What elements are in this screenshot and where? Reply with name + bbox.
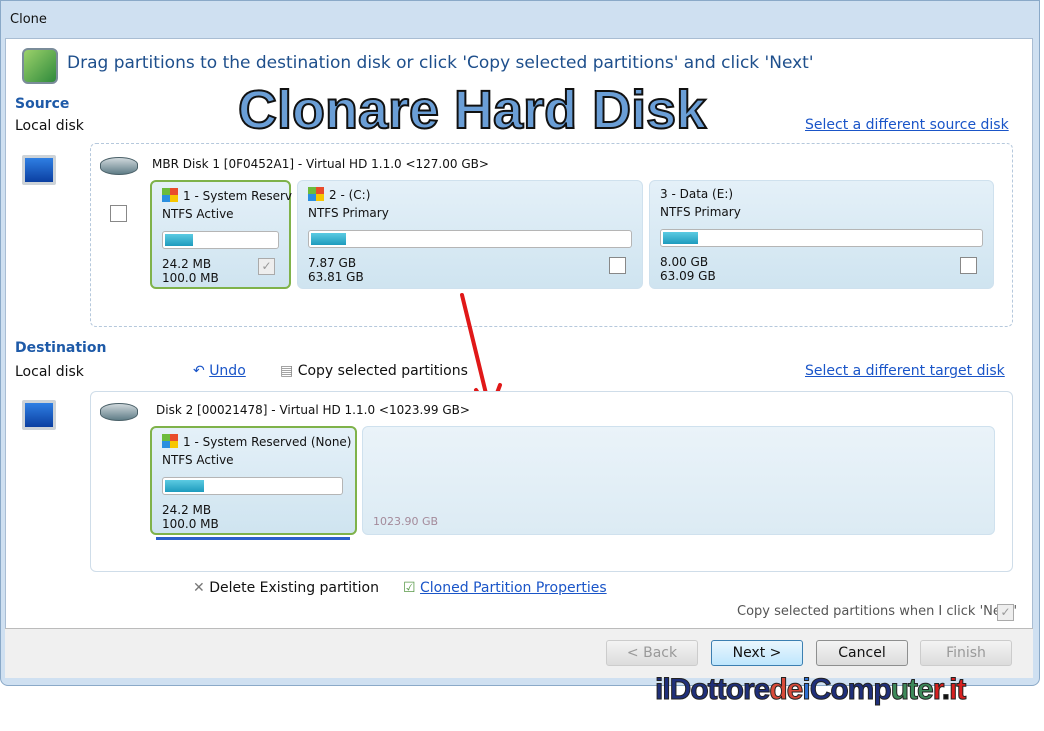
partition-used: 8.00 GB	[660, 255, 709, 269]
select-all-source-checkbox[interactable]	[110, 205, 127, 222]
copy-selected-partitions-button[interactable]: ▤ Copy selected partitions	[280, 363, 468, 379]
copy-icon: ▤	[280, 363, 298, 379]
partition-used: 7.87 GB	[308, 256, 357, 270]
partition-fs: NTFS Active	[162, 453, 234, 467]
undo-button[interactable]: ↶ Undo	[193, 363, 246, 379]
hard-disk-icon	[100, 157, 138, 175]
destination-disk-label: Disk 2 [00021478] - Virtual HD 1.1.0 <10…	[156, 403, 470, 417]
source-disk-label: MBR Disk 1 [0F0452A1] - Virtual HD 1.1.0…	[152, 157, 489, 171]
partition-checkbox[interactable]: ✓	[258, 258, 275, 275]
windows-icon	[162, 434, 178, 448]
source-partition-3[interactable]: 3 - Data (E:) NTFS Primary 8.00 GB 63.09…	[649, 180, 994, 289]
delete-existing-partition-button[interactable]: ✕ Delete Existing partition	[193, 580, 379, 596]
destination-subheading: Local disk	[15, 364, 84, 380]
partition-checkbox[interactable]	[960, 257, 977, 274]
partition-name: 2 - (C:)	[329, 188, 371, 202]
usage-bar	[162, 231, 279, 249]
select-target-disk-link[interactable]: Select a different target disk	[805, 363, 1005, 379]
clone-icon	[22, 48, 58, 84]
partition-fs: NTFS Primary	[308, 206, 389, 220]
copy-on-next-checkbox[interactable]: ✓	[997, 604, 1014, 621]
next-button[interactable]: Next >	[711, 640, 803, 666]
source-partition-2[interactable]: 2 - (C:) NTFS Primary 7.87 GB 63.81 GB	[297, 180, 643, 289]
source-subheading: Local disk	[15, 118, 84, 134]
window-title: Clone	[10, 12, 47, 27]
delete-x-icon: ✕	[193, 580, 210, 596]
instruction-text: Drag partitions to the destination disk …	[67, 53, 814, 73]
usage-bar	[308, 230, 632, 248]
unallocated-space[interactable]: 1023.90 GB	[362, 426, 995, 535]
finish-button[interactable]: Finish	[920, 640, 1012, 666]
partition-checkbox[interactable]	[609, 257, 626, 274]
destination-partition-1[interactable]: 1 - System Reserved (None) NTFS Active 2…	[150, 426, 357, 535]
hard-disk-icon	[100, 403, 138, 421]
undo-arrow-icon: ↶	[193, 363, 210, 379]
selection-underline	[156, 537, 350, 540]
partition-used: 24.2 MB	[162, 503, 212, 517]
copy-on-next-label: Copy selected partitions when I click 'N…	[737, 604, 1018, 619]
partition-name: 1 - System Reserved (None)	[183, 435, 352, 449]
cancel-button[interactable]: Cancel	[816, 640, 908, 666]
windows-icon	[162, 188, 178, 202]
destination-heading: Destination	[15, 340, 107, 356]
back-button[interactable]: < Back	[606, 640, 698, 666]
partition-name: 3 - Data (E:)	[660, 187, 734, 201]
partition-total: 100.0 MB	[162, 517, 219, 531]
usage-bar	[660, 229, 983, 247]
partition-fs: NTFS Primary	[660, 205, 741, 219]
computer-icon	[22, 155, 56, 185]
source-partition-1[interactable]: 1 - System Reserv NTFS Active 24.2 MB 10…	[150, 180, 293, 289]
partition-total: 63.81 GB	[308, 270, 364, 284]
computer-icon	[22, 400, 56, 430]
site-logo: ilDottoredeiComputer.it	[654, 673, 966, 707]
unallocated-size: 1023.90 GB	[373, 515, 439, 528]
properties-icon: ☑	[403, 580, 421, 596]
usage-bar	[162, 477, 343, 495]
partition-total: 63.09 GB	[660, 269, 716, 283]
partition-fs: NTFS Active	[162, 207, 234, 221]
cloned-partition-properties-button[interactable]: ☑ Cloned Partition Properties	[403, 580, 607, 596]
windows-icon	[308, 187, 324, 201]
watermark-title: Clonare Hard Disk	[237, 79, 707, 141]
select-source-disk-link[interactable]: Select a different source disk	[805, 117, 1009, 133]
partition-name: 1 - System Reserv	[183, 189, 293, 203]
source-heading: Source	[15, 96, 70, 112]
